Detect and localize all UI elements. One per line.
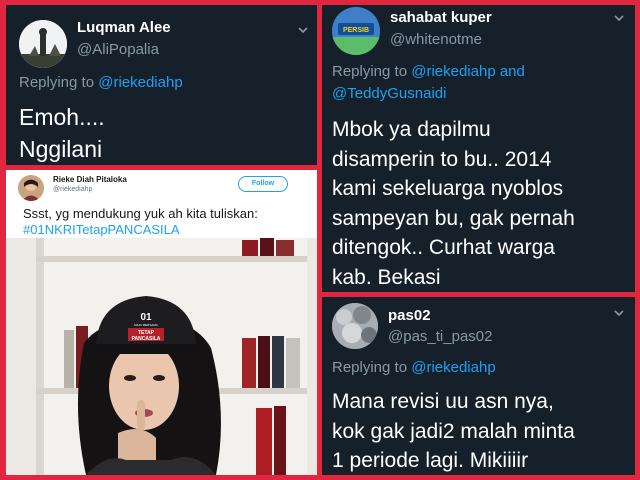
user-handle[interactable]: @whitenotme xyxy=(390,31,482,48)
avatar-pas[interactable] xyxy=(332,303,378,349)
user-handle[interactable]: @riekediahp xyxy=(53,186,92,193)
tweet-line: 1 periode lagi. Mikiiiir xyxy=(332,449,529,472)
chevron-down-icon[interactable] xyxy=(296,23,310,37)
user-name[interactable]: Luqman Alee xyxy=(77,19,171,36)
tweet-line: kami sekeluarga nyoblos xyxy=(332,177,564,200)
chevron-down-icon[interactable] xyxy=(612,306,626,320)
cap-number: 01 xyxy=(140,312,152,323)
tweet-text: Mbok ya dapilmu disamperin to bu.. 2014 … xyxy=(332,115,575,292)
avatar-sahabat[interactable]: PERSIB xyxy=(332,7,380,55)
tweet-line: kok gak jadi2 malah minta xyxy=(332,419,575,443)
user-name[interactable]: pas02 xyxy=(388,307,431,324)
tweet-line: Emoh.... xyxy=(19,104,105,130)
replying-to: Replying to @riekediahp xyxy=(332,359,496,376)
mention-link[interactable]: @riekediahp xyxy=(411,63,495,80)
hashtag-link[interactable]: #01NKRITetapPANCASILA xyxy=(23,222,308,238)
user-name[interactable]: Rieke Diah Pitaloka xyxy=(53,175,127,184)
user-name[interactable]: sahabat kuper xyxy=(390,9,492,26)
tweet-line: sampeyan bu, gak pernah xyxy=(332,206,575,230)
tweet-line: kab. Bekasi xyxy=(332,265,441,289)
cap-text-line: PANCASILA xyxy=(132,336,161,342)
mention-link[interactable]: @riekediahp xyxy=(98,74,182,91)
tweet-text: Ssst, yg mendukung yuk ah kita tuliskan:… xyxy=(23,206,308,238)
tweet-line: Mbok ya dapilmu xyxy=(332,118,491,141)
mention-link[interactable]: @TeddyGusnaidi xyxy=(332,85,446,102)
tweet-line: Nggilani xyxy=(19,136,103,162)
avatar-text: PERSIB xyxy=(343,27,369,34)
tweet-pas: pas02 @pas_ti_pas02 Replying to @riekedi… xyxy=(322,297,635,475)
tweet-photo[interactable]: 01 MAJU BERSAMA TETAP PANCASILA xyxy=(6,238,317,475)
tweet-luqman: Luqman Alee @AliPopalia Replying to @rie… xyxy=(6,5,317,165)
tweet-line: ditengok.. Curhat warga xyxy=(332,236,555,259)
avatar-rieke[interactable] xyxy=(18,175,44,201)
tweet-line: Mana revisi uu asn nya, xyxy=(332,390,554,413)
tweet-rieke: Rieke Diah Pitaloka @riekediahp Follow S… xyxy=(6,170,317,475)
mention-link[interactable]: @riekediahp xyxy=(411,359,495,376)
tweet-sahabat: PERSIB sahabat kuper @whitenotme Replyin… xyxy=(322,5,635,292)
tweet-line: Ssst, yg mendukung yuk ah kita tuliskan: xyxy=(23,206,258,221)
chevron-down-icon[interactable] xyxy=(612,11,626,25)
user-handle[interactable]: @pas_ti_pas02 xyxy=(388,328,492,345)
follow-button[interactable]: Follow xyxy=(238,176,288,192)
tweet-text: Mana revisi uu asn nya, kok gak jadi2 ma… xyxy=(332,387,575,475)
replying-to: Replying to @riekediahp and @TeddyGusnaid… xyxy=(332,63,525,102)
tweet-line: disamperin to bu.. 2014 xyxy=(332,147,552,171)
tweet-text: Emoh.... Nggilani xyxy=(19,101,105,165)
avatar-luqman[interactable] xyxy=(19,20,67,68)
user-handle[interactable]: @AliPopalia xyxy=(77,41,159,58)
replying-to: Replying to @riekediahp xyxy=(19,74,183,91)
cap-small-text: MAJU BERSAMA xyxy=(134,323,158,327)
